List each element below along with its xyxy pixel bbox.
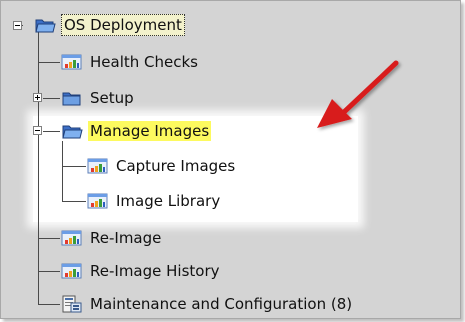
tree-item-setup[interactable]: Setup bbox=[61, 87, 136, 109]
tree-item-label: Capture Images bbox=[116, 157, 236, 175]
tree-branch bbox=[38, 238, 60, 239]
report-icon bbox=[87, 192, 109, 210]
tree-item-re-image[interactable]: Re-Image bbox=[61, 227, 163, 249]
tree-item-label: Health Checks bbox=[90, 53, 198, 71]
folder-icon bbox=[34, 16, 56, 34]
tasks-icon bbox=[61, 295, 83, 313]
tree-item-label: Setup bbox=[90, 89, 134, 107]
folder-icon bbox=[61, 122, 83, 140]
tree-item-label: Re-Image History bbox=[90, 262, 220, 280]
tree-line-root bbox=[38, 26, 39, 304]
tree-branch bbox=[38, 271, 60, 272]
collapse-toggle-os-deployment[interactable] bbox=[13, 21, 22, 30]
tree-branch bbox=[38, 62, 60, 63]
tree-item-label: Manage Images bbox=[88, 121, 212, 141]
report-icon bbox=[61, 262, 83, 280]
tree-item-capture-images[interactable]: Capture Images bbox=[87, 155, 237, 177]
tree-panel: OS Deployment Health Checks Setup Manage… bbox=[0, 0, 461, 319]
report-icon bbox=[87, 157, 109, 175]
tree-item-label: OS Deployment bbox=[61, 14, 185, 36]
tree-item-label: Image Library bbox=[116, 192, 221, 210]
tree-item-image-library[interactable]: Image Library bbox=[87, 190, 222, 212]
tree-line-manage-images bbox=[62, 141, 63, 201]
tree-item-maintenance-configuration[interactable]: Maintenance and Configuration (8) bbox=[61, 293, 354, 315]
tree-item-label: Maintenance and Configuration (8) bbox=[90, 295, 353, 313]
tree-branch bbox=[62, 166, 86, 167]
collapse-toggle-manage-images[interactable] bbox=[33, 126, 42, 135]
tree-branch bbox=[43, 131, 60, 132]
tree-item-os-deployment[interactable]: OS Deployment bbox=[34, 14, 185, 36]
report-icon bbox=[61, 53, 83, 71]
tree-item-label: Re-Image bbox=[90, 229, 162, 247]
tree-item-manage-images[interactable]: Manage Images bbox=[61, 120, 212, 142]
report-icon bbox=[61, 229, 83, 247]
tree-item-health-checks[interactable]: Health Checks bbox=[61, 51, 200, 73]
expand-toggle-setup[interactable] bbox=[33, 93, 42, 102]
folder-icon bbox=[61, 89, 83, 107]
tree-item-re-image-history[interactable]: Re-Image History bbox=[61, 260, 222, 282]
tree-branch bbox=[43, 98, 60, 99]
tree-branch bbox=[38, 304, 60, 305]
tree-branch bbox=[62, 201, 86, 202]
